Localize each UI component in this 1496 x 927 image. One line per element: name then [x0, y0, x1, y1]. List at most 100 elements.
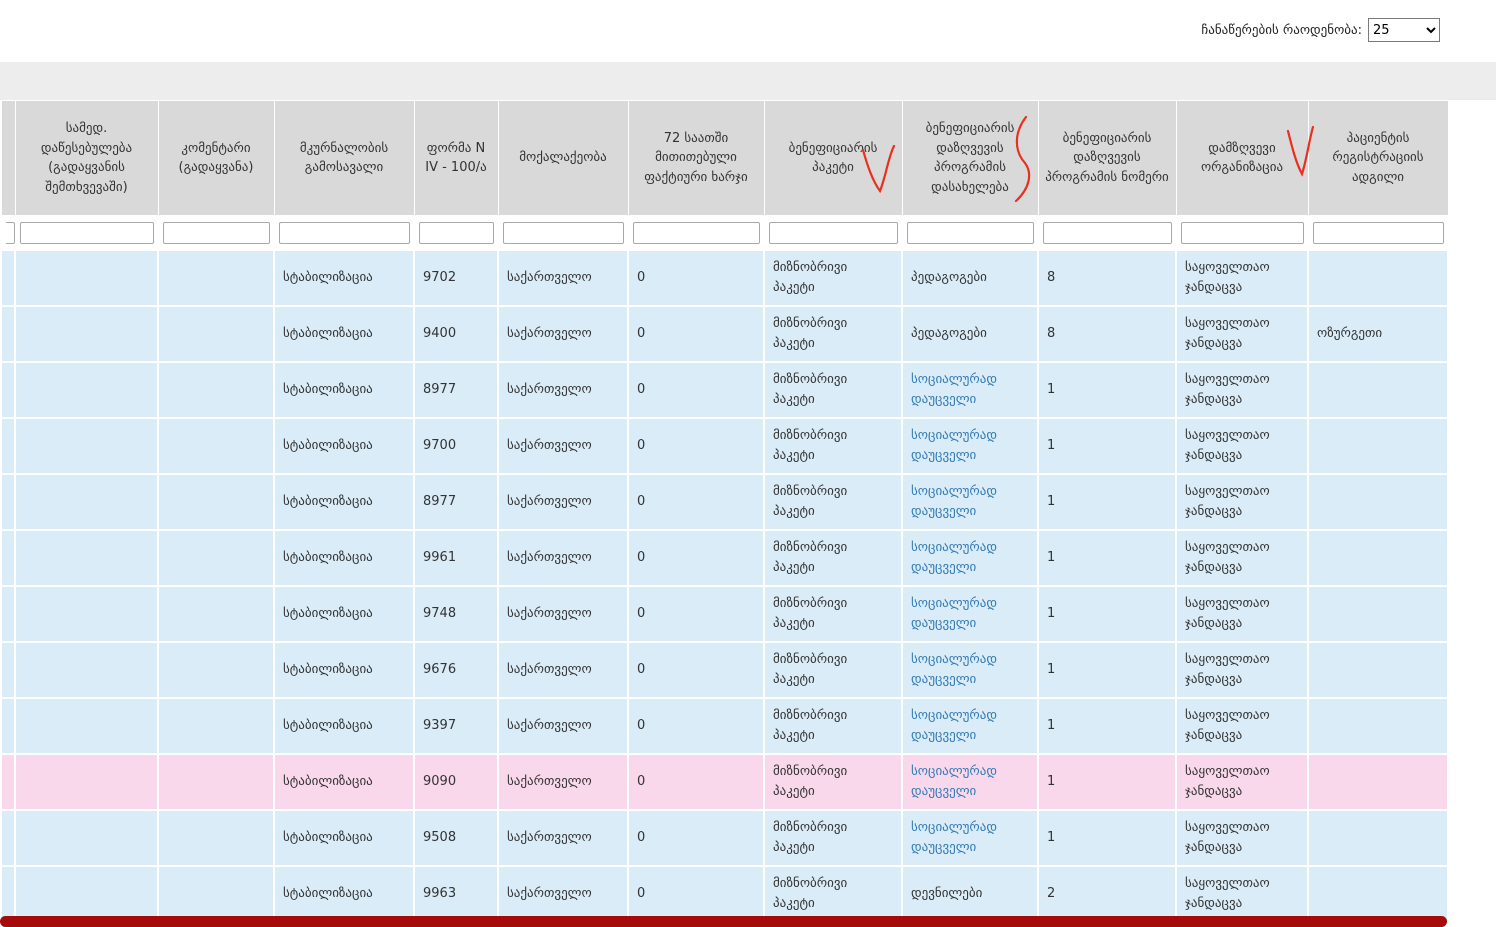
- cell-stub: [1, 866, 15, 922]
- cell-program-name: სოციალურად დაუცველი: [902, 810, 1038, 866]
- filter-input-citizenship[interactable]: [503, 222, 624, 244]
- cell-program-name: სოციალურად დაუცველი: [902, 698, 1038, 754]
- cell-form-n4: 9702: [414, 250, 498, 306]
- filter-input-comment[interactable]: [163, 222, 270, 244]
- cell-insurer: საყოველთაო ჯანდაცვა: [1176, 866, 1308, 922]
- cell-citizenship: საქართველო: [498, 866, 628, 922]
- cell-registration-place: [1308, 250, 1448, 306]
- filter-cell-stub: [1, 216, 15, 250]
- table-row[interactable]: სტაბილიზაცია9700საქართველო0მიზნობრივი პა…: [1, 418, 1448, 474]
- cell-registration-place: [1308, 754, 1448, 810]
- cell-program-name: სოციალურად დაუცველი: [902, 642, 1038, 698]
- cell-beneficiary-package: მიზნობრივი პაკეტი: [764, 698, 902, 754]
- records-count-select[interactable]: 25: [1368, 18, 1440, 42]
- table-row[interactable]: სტაბილიზაცია9090საქართველო0მიზნობრივი პა…: [1, 754, 1448, 810]
- program-name-link[interactable]: სოციალურად დაუცველი: [911, 820, 997, 855]
- cell-program-name: პედაგოგები: [902, 306, 1038, 362]
- column-header-citizenship: მოქალაქეობა: [498, 101, 628, 216]
- program-name-link[interactable]: სოციალურად დაუცველი: [911, 764, 997, 799]
- cell-med-institution: [15, 698, 158, 754]
- cell-program-number: 1: [1038, 810, 1176, 866]
- filter-cell-program-name: [902, 216, 1038, 250]
- cell-registration-place: [1308, 698, 1448, 754]
- cell-registration-place: [1308, 810, 1448, 866]
- topbar: ჩანაწერების რაოდენობა: 25: [0, 0, 1496, 62]
- cell-insurer: საყოველთაო ჯანდაცვა: [1176, 474, 1308, 530]
- cell-stub: [1, 418, 15, 474]
- filter-input-beneficiary-package[interactable]: [769, 222, 898, 244]
- cell-program-number: 1: [1038, 530, 1176, 586]
- table-row[interactable]: სტაბილიზაცია9400საქართველო0მიზნობრივი პა…: [1, 306, 1448, 362]
- table-header-row: სამედ. დაწესებულება (გადაყვანის შემთხვევ…: [1, 101, 1448, 216]
- cell-cost-72h: 0: [628, 866, 764, 922]
- cell-stub: [1, 642, 15, 698]
- cell-citizenship: საქართველო: [498, 474, 628, 530]
- cell-comment: [158, 474, 274, 530]
- cell-insurer: საყოველთაო ჯანდაცვა: [1176, 418, 1308, 474]
- program-name-link[interactable]: სოციალურად დაუცველი: [911, 596, 997, 631]
- cell-comment: [158, 306, 274, 362]
- cell-treatment-outcome: სტაბილიზაცია: [274, 474, 414, 530]
- filter-input-insurer[interactable]: [1181, 222, 1304, 244]
- filter-cell-med-institution: [15, 216, 158, 250]
- cell-comment: [158, 642, 274, 698]
- table-row[interactable]: სტაბილიზაცია9397საქართველო0მიზნობრივი პა…: [1, 698, 1448, 754]
- data-table: სამედ. დაწესებულება (გადაყვანის შემთხვევ…: [0, 100, 1449, 923]
- cell-med-institution: [15, 754, 158, 810]
- cell-treatment-outcome: სტაბილიზაცია: [274, 866, 414, 922]
- filter-input-program-number[interactable]: [1043, 222, 1172, 244]
- filter-input-registration-place[interactable]: [1313, 222, 1444, 244]
- filter-input-treatment-outcome[interactable]: [279, 222, 410, 244]
- cell-beneficiary-package: მიზნობრივი პაკეტი: [764, 474, 902, 530]
- cell-registration-place: [1308, 474, 1448, 530]
- cell-insurer: საყოველთაო ჯანდაცვა: [1176, 586, 1308, 642]
- program-name-link[interactable]: სოციალურად დაუცველი: [911, 652, 997, 687]
- cell-beneficiary-package: მიზნობრივი პაკეტი: [764, 866, 902, 922]
- table-row[interactable]: სტაბილიზაცია9702საქართველო0მიზნობრივი პა…: [1, 250, 1448, 306]
- table-row[interactable]: სტაბილიზაცია9963საქართველო0მიზნობრივი პა…: [1, 866, 1448, 922]
- cell-med-institution: [15, 418, 158, 474]
- cell-comment: [158, 418, 274, 474]
- cell-med-institution: [15, 362, 158, 418]
- cell-cost-72h: 0: [628, 306, 764, 362]
- records-count-control: ჩანაწერების რაოდენობა: 25: [1201, 18, 1440, 42]
- cell-treatment-outcome: სტაბილიზაცია: [274, 586, 414, 642]
- program-name-link[interactable]: სოციალურად დაუცველი: [911, 428, 997, 463]
- filter-input-med-institution[interactable]: [20, 222, 154, 244]
- table-row[interactable]: სტაბილიზაცია9961საქართველო0მიზნობრივი პა…: [1, 530, 1448, 586]
- cell-beneficiary-package: მიზნობრივი პაკეტი: [764, 530, 902, 586]
- cell-beneficiary-package: მიზნობრივი პაკეტი: [764, 306, 902, 362]
- cell-insurer: საყოველთაო ჯანდაცვა: [1176, 362, 1308, 418]
- program-name-link[interactable]: სოციალურად დაუცველი: [911, 484, 997, 519]
- filter-input-program-name[interactable]: [907, 222, 1034, 244]
- program-name-link[interactable]: სოციალურად დაუცველი: [911, 540, 997, 575]
- cell-registration-place: [1308, 586, 1448, 642]
- table-row[interactable]: სტაბილიზაცია9748საქართველო0მიზნობრივი პა…: [1, 586, 1448, 642]
- filter-cell-cost-72h: [628, 216, 764, 250]
- cell-form-n4: 8977: [414, 362, 498, 418]
- table-row[interactable]: სტაბილიზაცია9508საქართველო0მიზნობრივი პა…: [1, 810, 1448, 866]
- table-row[interactable]: სტაბილიზაცია8977საქართველო0მიზნობრივი პა…: [1, 474, 1448, 530]
- filter-cell-beneficiary-package: [764, 216, 902, 250]
- filter-cell-comment: [158, 216, 274, 250]
- program-name-link[interactable]: სოციალურად დაუცველი: [911, 708, 997, 743]
- filter-input-form-n4[interactable]: [419, 222, 494, 244]
- column-header-program-name: ბენეფიციარის დაზღვევის პროგრამის დასახელ…: [902, 101, 1038, 216]
- column-header-treatment-outcome: მკურნალობის გამოსავალი: [274, 101, 414, 216]
- filter-input-cost-72h[interactable]: [633, 222, 760, 244]
- cell-comment: [158, 698, 274, 754]
- cell-program-name: სოციალურად დაუცველი: [902, 754, 1038, 810]
- cell-comment: [158, 250, 274, 306]
- filter-cell-insurer: [1176, 216, 1308, 250]
- filter-input-stub[interactable]: [6, 222, 15, 244]
- program-name-link[interactable]: სოციალურად დაუცველი: [911, 372, 997, 407]
- cell-med-institution: [15, 474, 158, 530]
- column-header-form-n4: ფორმა N IV - 100/ა: [414, 101, 498, 216]
- cell-program-number: 8: [1038, 306, 1176, 362]
- table-row[interactable]: სტაბილიზაცია9676საქართველო0მიზნობრივი პა…: [1, 642, 1448, 698]
- cell-program-number: 8: [1038, 250, 1176, 306]
- table-row[interactable]: სტაბილიზაცია8977საქართველო0მიზნობრივი პა…: [1, 362, 1448, 418]
- cell-insurer: საყოველთაო ჯანდაცვა: [1176, 530, 1308, 586]
- cell-insurer: საყოველთაო ჯანდაცვა: [1176, 754, 1308, 810]
- cell-program-number: 1: [1038, 754, 1176, 810]
